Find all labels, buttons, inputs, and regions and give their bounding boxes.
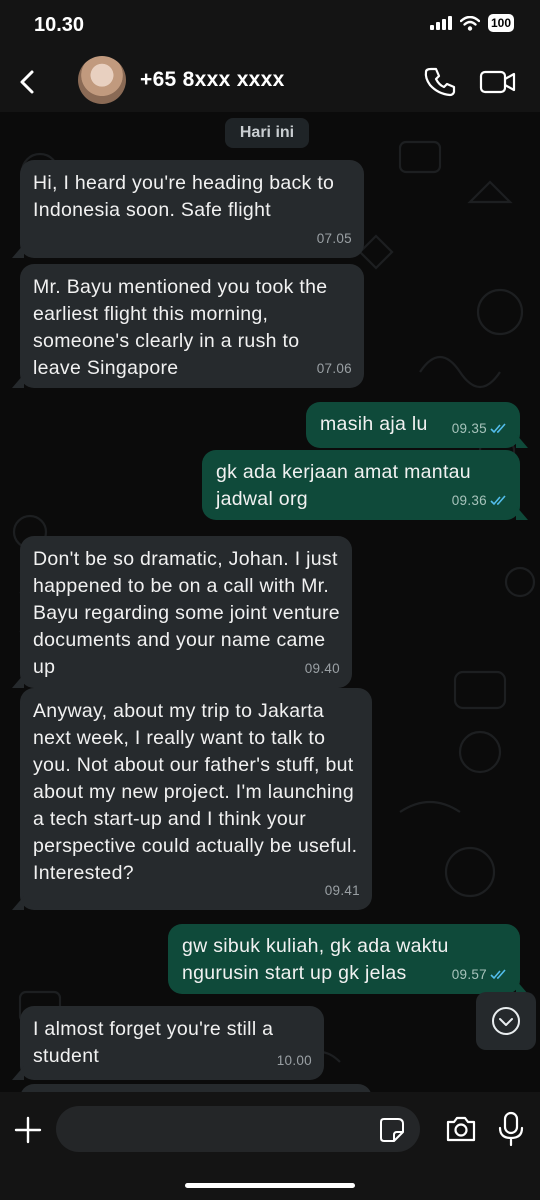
message-text: Hi, I heard you're heading back to Indon…: [33, 172, 335, 221]
double-check-read-icon: [490, 495, 506, 506]
double-check-read-icon: [490, 423, 506, 434]
voice-call-icon[interactable]: [422, 64, 458, 100]
message-incoming[interactable]: Don't be so dramatic, Johan. I just happ…: [12, 536, 352, 688]
status-bar: 10.30 100: [0, 0, 540, 52]
message-text: Anyway, about my trip to Jakarta next we…: [33, 700, 358, 884]
double-check-read-icon: [490, 969, 506, 980]
home-indicator[interactable]: [185, 1183, 355, 1188]
message-incoming[interactable]: Anyway, about my trip to Jakarta next we…: [12, 688, 372, 910]
sticker-icon[interactable]: [378, 1116, 406, 1144]
message-incoming[interactable]: I almost forget you're still a student 1…: [12, 1006, 324, 1080]
contact-name[interactable]: +65 8xxx xxxx: [140, 68, 285, 92]
bubble-tail: [12, 374, 24, 388]
message-outgoing[interactable]: gw sibuk kuliah, gk ada waktu ngurusin s…: [168, 924, 528, 994]
message-timestamp: 09.57: [451, 967, 487, 982]
date-separator: Hari ini: [225, 118, 309, 148]
plus-icon[interactable]: [10, 1112, 46, 1148]
message-text: Don't be so dramatic, Johan. I just happ…: [33, 548, 340, 678]
message-time: 09.36: [452, 487, 508, 514]
camera-icon[interactable]: [444, 1112, 478, 1146]
message-timestamp: 07.05: [316, 231, 352, 246]
message-timestamp: 09.36: [451, 493, 487, 508]
wifi-icon: [459, 15, 480, 31]
signal-icon: [429, 16, 452, 30]
battery-indicator: 100: [487, 14, 514, 32]
message-time: 09.41: [325, 877, 360, 904]
chat-area[interactable]: Hari ini Hi, I heard you're heading back…: [0, 112, 540, 1114]
message-timestamp: 10.00: [276, 1053, 312, 1068]
message-incoming[interactable]: Hi, I heard you're heading back to Indon…: [12, 160, 364, 258]
contact-avatar[interactable]: [78, 56, 126, 104]
message-timestamp: 07.06: [316, 361, 352, 376]
message-incoming[interactable]: Mr. Bayu mentioned you took the earliest…: [12, 264, 364, 388]
message-time: 09.40: [305, 655, 340, 682]
status-time: 10.30: [34, 14, 85, 36]
bubble-tail: [12, 896, 24, 910]
bubble-tail: [516, 506, 528, 520]
message-timestamp: 09.35: [451, 421, 487, 436]
message-text: gw sibuk kuliah, gk ada waktu ngurusin s…: [182, 935, 449, 984]
message-time: 07.05: [317, 225, 352, 252]
video-call-icon[interactable]: [478, 64, 518, 100]
back-arrow-icon[interactable]: [8, 62, 48, 102]
message-outgoing[interactable]: gk ada kerjaan amat mantau jadwal org 09…: [202, 450, 528, 520]
message-time: 07.06: [317, 355, 352, 382]
scroll-to-bottom-button[interactable]: [476, 992, 536, 1050]
message-input[interactable]: [56, 1106, 420, 1152]
message-time: 09.35: [452, 415, 508, 442]
message-timestamp: 09.41: [324, 883, 360, 898]
message-timestamp: 09.40: [304, 661, 340, 676]
message-text: gk ada kerjaan amat mantau jadwal org: [216, 461, 471, 510]
status-icons: 100: [429, 14, 514, 32]
bubble-tail: [12, 1066, 24, 1080]
message-time: 09.57: [452, 961, 508, 988]
microphone-icon[interactable]: [496, 1110, 526, 1148]
bubble-tail: [12, 244, 24, 258]
chat-header: +65 8xxx xxxx: [0, 52, 540, 112]
message-text: masih aja lu: [320, 413, 428, 435]
message-outgoing[interactable]: masih aja lu 09.35: [306, 402, 528, 448]
bubble-tail: [516, 434, 528, 448]
message-time: 10.00: [277, 1047, 312, 1074]
bubble-tail: [12, 674, 24, 688]
message-text: Mr. Bayu mentioned you took the earliest…: [33, 276, 328, 379]
chevron-down-icon: [492, 1007, 520, 1035]
message-text: I almost forget you're still a student: [33, 1018, 274, 1067]
